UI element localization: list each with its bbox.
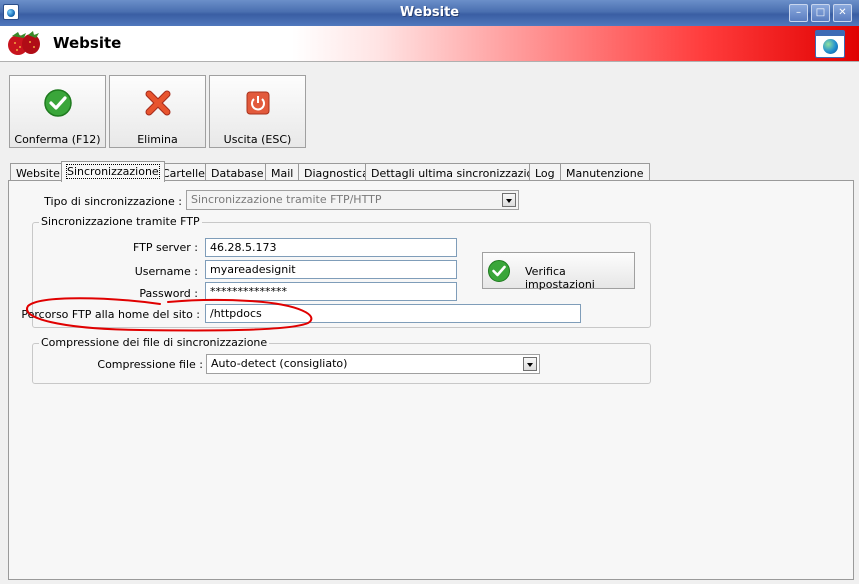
ftp-server-field[interactable]: 46.28.5.173 [205, 238, 457, 257]
delete-label: Elimina [137, 133, 178, 146]
app-icon[interactable] [3, 4, 19, 20]
sync-type-select[interactable]: Sincronizzazione tramite FTP/HTTP [186, 190, 519, 210]
ftp-path-label: Percorso FTP alla home del sito : [21, 308, 200, 321]
delete-button[interactable]: Elimina [109, 75, 206, 148]
confirm-button[interactable]: Conferma (F12) [9, 75, 106, 148]
title-bar: Website – □ ✕ [0, 0, 859, 26]
ftp-group-title: Sincronizzazione tramite FTP [39, 215, 202, 228]
compression-group-title: Compressione dei file di sincronizzazion… [39, 336, 270, 349]
checkmark-icon [44, 89, 72, 117]
username-field[interactable]: myareadesignit [205, 260, 457, 279]
globe-icon [815, 30, 845, 58]
minimize-button[interactable]: – [789, 4, 808, 22]
banner-title: Website [53, 34, 122, 52]
strawberry-icon [8, 31, 40, 55]
header-banner: Website [0, 26, 859, 62]
sync-type-value: Sincronizzazione tramite FTP/HTTP [191, 193, 382, 206]
exit-button[interactable]: Uscita (ESC) [209, 75, 306, 148]
compression-select[interactable]: Auto-detect (consigliato) [206, 354, 540, 374]
maximize-button[interactable]: □ [811, 4, 830, 22]
ftp-server-label: FTP server : [132, 241, 198, 254]
compression-value: Auto-detect (consigliato) [211, 357, 348, 370]
power-icon [246, 91, 270, 115]
compression-label: Compressione file : [97, 358, 203, 371]
sync-type-label: Tipo di sincronizzazione : [44, 195, 182, 208]
ftp-path-field[interactable]: /httpdocs [205, 304, 581, 323]
password-field[interactable]: ************** [205, 282, 457, 301]
exit-label: Uscita (ESC) [223, 133, 292, 146]
checkmark-icon [488, 260, 510, 282]
verify-settings-button[interactable]: Verifica impostazioni [482, 252, 635, 291]
tab-sincronizzazione[interactable]: Sincronizzazione [61, 161, 165, 182]
cross-icon [145, 90, 171, 116]
window-title: Website [399, 5, 460, 20]
chevron-down-icon[interactable] [502, 193, 516, 207]
chevron-down-icon[interactable] [523, 357, 537, 371]
confirm-label: Conferma (F12) [14, 133, 101, 146]
close-button[interactable]: ✕ [833, 4, 852, 22]
verify-settings-label: Verifica impostazioni [525, 265, 595, 291]
password-label: Password : [139, 287, 198, 300]
username-label: Username : [134, 265, 198, 278]
